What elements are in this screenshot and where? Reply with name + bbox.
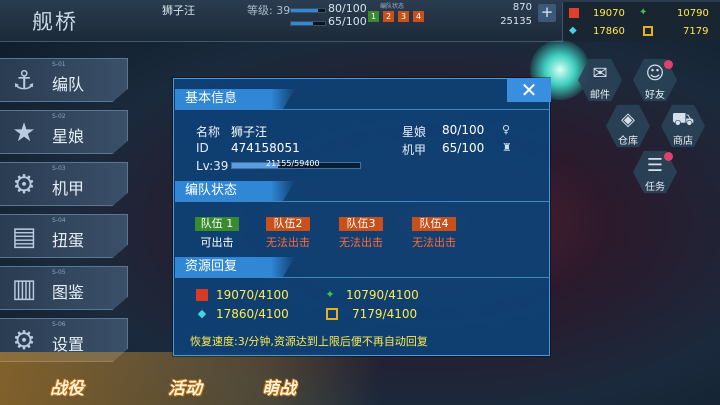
star-girl-bar xyxy=(290,8,326,13)
team-3-badge[interactable]: 队伍3 xyxy=(339,217,383,231)
gold-box-icon xyxy=(643,26,653,36)
notification-badge xyxy=(664,60,673,69)
shop-label: 商店 xyxy=(673,136,693,147)
warehouse-button[interactable]: ◈ 仓库 xyxy=(606,104,650,152)
mecha-label: 机甲 xyxy=(402,143,427,157)
star-girl-count: 80/100 xyxy=(328,2,367,15)
fleet-slot-1[interactable]: 1 xyxy=(368,11,379,22)
mail-label: 邮件 xyxy=(590,90,610,101)
top-right-value-1: 870 xyxy=(512,2,532,13)
menu-fleet[interactable]: ⚓ S-01 编队 xyxy=(0,58,128,102)
page-title: 舰桥 xyxy=(32,10,78,34)
basic-info-header: 基本信息 xyxy=(175,89,295,109)
menu-number: S-02 xyxy=(52,113,66,120)
red-cube-icon xyxy=(196,289,208,301)
player-info-dialog: ✕ 基本信息 名称 狮子汪 ID 474158051 Lv:39 21155/5… xyxy=(173,78,551,356)
menu-number: S-01 xyxy=(52,61,66,68)
blue-gem-icon: ◆ xyxy=(569,25,577,36)
fleet-status-label: 编队状态 xyxy=(380,3,405,10)
star-girl-icon: ♀ xyxy=(502,123,511,136)
add-resource-button[interactable]: + xyxy=(538,4,556,22)
mail-button[interactable]: ✉ 邮件 xyxy=(578,58,622,106)
team-2-status: 无法出击 xyxy=(266,236,310,249)
close-button[interactable]: ✕ xyxy=(507,78,551,102)
menu-number: S-05 xyxy=(52,269,66,276)
player-name: 狮子汪 xyxy=(162,4,195,17)
warehouse-icon: ◈ xyxy=(621,109,635,130)
cart-icon: ⛟ xyxy=(671,109,695,130)
name-value: 狮子汪 xyxy=(231,125,268,139)
task-label: 任务 xyxy=(645,182,665,193)
res-blue-value: 17860 xyxy=(593,26,625,37)
mecha-count: 65/100 xyxy=(328,15,367,28)
top-right-value-2: 25135 xyxy=(500,16,532,27)
menu-number: S-04 xyxy=(52,217,66,224)
menu-codex[interactable]: ▥ S-05 图鉴 xyxy=(0,266,128,310)
red-cube-icon xyxy=(569,8,579,18)
menu-mecha[interactable]: ⚙ S-03 机甲 xyxy=(0,162,128,206)
blue-gem-icon: ◆ xyxy=(197,307,207,320)
arena-button[interactable]: 萌战 xyxy=(262,374,296,399)
battle-button[interactable]: 战役 xyxy=(50,374,84,399)
fleet-status-header: 编队状态 xyxy=(175,181,295,201)
res-gold-recovery: 7179/4100 xyxy=(352,307,418,321)
team-2-badge[interactable]: 队伍2 xyxy=(266,217,310,231)
mail-icon: ✉ xyxy=(592,63,608,84)
top-bar: 舰桥 狮子汪 等级: 39 80/100 65/100 编队状态 1 2 3 4… xyxy=(0,0,720,42)
codex-icon: ▥ xyxy=(11,274,37,304)
gacha-icon: ▤ xyxy=(11,222,37,252)
level-label: Lv:39 xyxy=(196,159,229,173)
menu-label: 星娘 xyxy=(52,127,85,146)
task-button[interactable]: ☰ 任务 xyxy=(633,150,677,198)
name-label: 名称 xyxy=(196,125,221,139)
menu-star-girl[interactable]: ★ S-02 星娘 xyxy=(0,110,128,154)
player-level: 等级: 39 xyxy=(247,4,291,17)
id-value: 474158051 xyxy=(231,141,300,155)
mecha-value: 65/100 xyxy=(442,141,485,155)
menu-gacha[interactable]: ▤ S-04 扭蛋 xyxy=(0,214,128,258)
mecha-icon: ♜ xyxy=(502,141,512,154)
event-button[interactable]: 活动 xyxy=(168,374,202,399)
mecha-bar xyxy=(290,21,326,26)
friend-label: 好友 xyxy=(645,90,665,101)
green-bolt-icon: ✦ xyxy=(325,288,335,301)
team-4-badge[interactable]: 队伍4 xyxy=(412,217,456,231)
warehouse-label: 仓库 xyxy=(618,136,638,147)
star-girl-value: 80/100 xyxy=(442,123,485,137)
id-label: ID xyxy=(196,141,209,155)
resource-recovery-header: 资源回复 xyxy=(175,257,295,277)
team-4-status: 无法出击 xyxy=(412,236,456,249)
notification-badge xyxy=(664,152,673,161)
recovery-speed-text: 恢复速度:3/分钟,资源达到上限后便不再自动回复 xyxy=(190,335,428,348)
team-1-badge[interactable]: 队伍 1 xyxy=(195,217,239,231)
menu-number: S-03 xyxy=(52,165,66,172)
menu-label: 扭蛋 xyxy=(52,231,85,250)
res-gold-value: 7179 xyxy=(683,26,709,37)
mecha-icon: ⚙ xyxy=(12,170,36,200)
menu-label: 图鉴 xyxy=(52,283,85,302)
res-green-recovery: 10790/4100 xyxy=(346,288,419,302)
exp-text: 21155/59400 xyxy=(266,159,320,168)
gold-box-icon xyxy=(326,308,338,320)
shop-button[interactable]: ⛟ 商店 xyxy=(661,104,705,152)
fleet-icon: ⚓ xyxy=(12,66,36,96)
fleet-slot-3[interactable]: 3 xyxy=(398,11,409,22)
menu-number: S-06 xyxy=(52,321,66,328)
res-green-value: 10790 xyxy=(677,8,709,19)
team-1-status: 可出击 xyxy=(200,236,234,249)
bottom-bar: 战役 活动 萌战 xyxy=(0,352,380,405)
green-bolt-icon: ✦ xyxy=(639,7,648,18)
star-girl-label: 星娘 xyxy=(402,125,427,139)
star-icon: ★ xyxy=(12,118,36,148)
res-red-recovery: 19070/4100 xyxy=(216,288,289,302)
friend-button[interactable]: ☺ 好友 xyxy=(633,58,677,106)
res-blue-recovery: 17860/4100 xyxy=(216,307,289,321)
fleet-slot-4[interactable]: 4 xyxy=(413,11,424,22)
menu-label: 机甲 xyxy=(52,179,85,198)
menu-label: 编队 xyxy=(52,75,85,94)
fleet-slot-2[interactable]: 2 xyxy=(383,11,394,22)
team-3-status: 无法出击 xyxy=(339,236,383,249)
res-red-value: 19070 xyxy=(593,8,625,19)
resource-box: 19070 ✦ 10790 ◆ 17860 7179 xyxy=(562,2,720,42)
